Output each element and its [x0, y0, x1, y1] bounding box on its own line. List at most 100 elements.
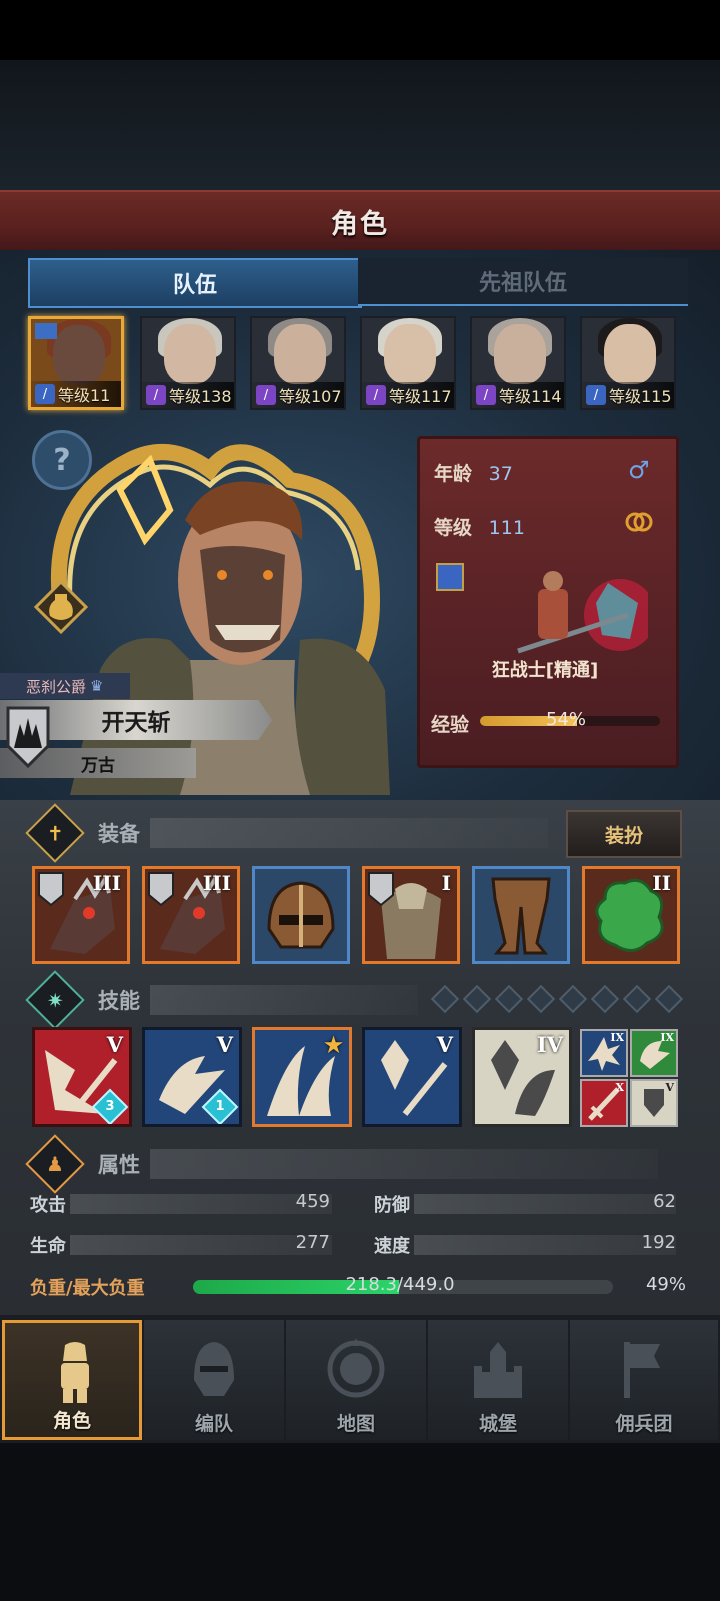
- exp-percent: 54%: [546, 709, 587, 730]
- age-label: 年龄: [434, 463, 473, 485]
- skill-tier: IV: [536, 1032, 563, 1057]
- character-portrait: [50, 444, 390, 795]
- nav-label: 地图: [336, 1413, 375, 1435]
- load-percent: 49%: [645, 1274, 686, 1295]
- nav-label: 编队: [194, 1413, 233, 1435]
- sword-class-icon: [436, 563, 464, 591]
- nav-character[interactable]: 角色: [2, 1320, 142, 1440]
- class-name: 狂战士[精通]: [491, 660, 599, 681]
- equipment-slot[interactable]: III: [142, 866, 240, 964]
- hero-card[interactable]: / 等级11: [28, 316, 124, 410]
- passive-tier: IX: [610, 1031, 624, 1044]
- passive-skill-slot[interactable]: V: [630, 1079, 678, 1127]
- attack-value: 459: [295, 1191, 330, 1212]
- nav-formation[interactable]: 编队: [144, 1320, 284, 1440]
- passive-tier: IX: [660, 1031, 674, 1044]
- nav-label: 佣兵团: [615, 1413, 673, 1435]
- helmet-icon: [194, 1342, 234, 1396]
- bottom-background: [0, 1443, 720, 1601]
- skill-tier: V: [436, 1032, 453, 1057]
- castle-icon: [474, 1342, 522, 1398]
- load-value: 218.3/449.0: [345, 1274, 455, 1295]
- nav-map[interactable]: 地图: [286, 1320, 426, 1440]
- crown-icon: ♛: [90, 677, 104, 695]
- tab-ancestor-team[interactable]: 先祖队伍: [358, 258, 688, 306]
- dress-up-button[interactable]: 装扮: [566, 810, 682, 858]
- hp-value: 277: [295, 1232, 330, 1253]
- male-icon: ♂: [628, 456, 650, 484]
- passive-tier: V: [665, 1081, 674, 1094]
- nav-mercenary[interactable]: 佣兵团: [570, 1320, 718, 1440]
- equipment-slot[interactable]: [472, 866, 570, 964]
- exp-label: 经验: [431, 714, 470, 736]
- noble-title: 恶刹公爵: [26, 677, 87, 696]
- sword-class-icon: /: [586, 385, 606, 405]
- hero-level: 等级117: [389, 387, 452, 406]
- equipment-tier: III: [92, 871, 121, 895]
- compass-icon: [327, 1338, 385, 1398]
- passive-skill-slot[interactable]: X: [580, 1079, 628, 1127]
- skills-label: 技能: [98, 989, 140, 1013]
- skill-slot[interactable]: IV: [472, 1027, 572, 1127]
- hero-card[interactable]: / 等级117: [360, 316, 456, 410]
- equipment-slot[interactable]: I: [362, 866, 460, 964]
- hero-level: 等级107: [279, 387, 342, 406]
- title-banner: 角色: [0, 190, 720, 252]
- skill-slot[interactable]: ★: [252, 1027, 352, 1127]
- equipment-slot[interactable]: [252, 866, 350, 964]
- flag-icon: [35, 323, 57, 339]
- staff-class-icon: /: [366, 385, 386, 405]
- defense-label: 防御: [374, 1195, 410, 1216]
- skill-tier: V: [216, 1032, 233, 1057]
- load-label: 负重/最大负重: [30, 1278, 145, 1299]
- hero-card[interactable]: / 等级115: [580, 316, 676, 410]
- hero-level: 等级115: [609, 387, 672, 406]
- hp-label: 生命: [30, 1236, 66, 1257]
- attack-label: 攻击: [30, 1195, 66, 1216]
- speed-value: 192: [641, 1232, 676, 1253]
- passive-skill-slot[interactable]: IX: [580, 1029, 628, 1077]
- page-title: 角色: [331, 208, 389, 240]
- hero-card[interactable]: / 等级107: [250, 316, 346, 410]
- skill-slot[interactable]: V: [362, 1027, 462, 1127]
- banner-icon: [624, 1342, 660, 1398]
- sword-class-icon: /: [35, 384, 55, 404]
- skill-star-icon: ★: [324, 1032, 343, 1057]
- defense-value: 62: [653, 1191, 676, 1212]
- equipment-label: 装备: [98, 822, 140, 846]
- level-label: 等级: [434, 517, 473, 539]
- hero-level: 等级11: [58, 386, 111, 405]
- passive-tier: X: [615, 1081, 624, 1094]
- title-tag: 恶刹公爵 ♛: [0, 673, 130, 699]
- character-subtitle: 万古: [81, 755, 115, 776]
- character-name: 开天斩: [101, 710, 171, 736]
- equipment-tier: III: [202, 871, 231, 895]
- hero-card[interactable]: / 等级138: [140, 316, 236, 410]
- equipment-slot[interactable]: III: [32, 866, 130, 964]
- equipment-tier: I: [441, 871, 451, 895]
- status-bar: [0, 0, 720, 60]
- nav-label: 城堡: [478, 1413, 517, 1435]
- equipment-tier: II: [652, 871, 671, 895]
- potion-icon[interactable]: [34, 580, 88, 634]
- ring-icon: [625, 512, 653, 532]
- hero-level: 等级138: [169, 387, 232, 406]
- helmet-icon: [267, 881, 335, 949]
- tab-team[interactable]: 队伍: [28, 258, 362, 308]
- shield-emblem-icon: [6, 706, 50, 768]
- age-value: 37: [488, 463, 513, 485]
- level-value: 111: [488, 517, 525, 539]
- attributes-label: 属性: [98, 1153, 140, 1177]
- skill-slot[interactable]: V 3: [32, 1027, 132, 1127]
- speed-label: 速度: [374, 1236, 410, 1257]
- nav-castle[interactable]: 城堡: [428, 1320, 568, 1440]
- passive-skill-slot[interactable]: IX: [630, 1029, 678, 1077]
- help-button[interactable]: ?: [32, 430, 92, 490]
- top-background: [0, 60, 720, 190]
- hero-card[interactable]: / 等级114: [470, 316, 566, 410]
- equipment-slot[interactable]: II: [582, 866, 680, 964]
- skill-slot[interactable]: V 1: [142, 1027, 242, 1127]
- knight-icon: [61, 1342, 89, 1403]
- nav-label: 角色: [52, 1410, 91, 1432]
- skill-tier: V: [106, 1032, 123, 1057]
